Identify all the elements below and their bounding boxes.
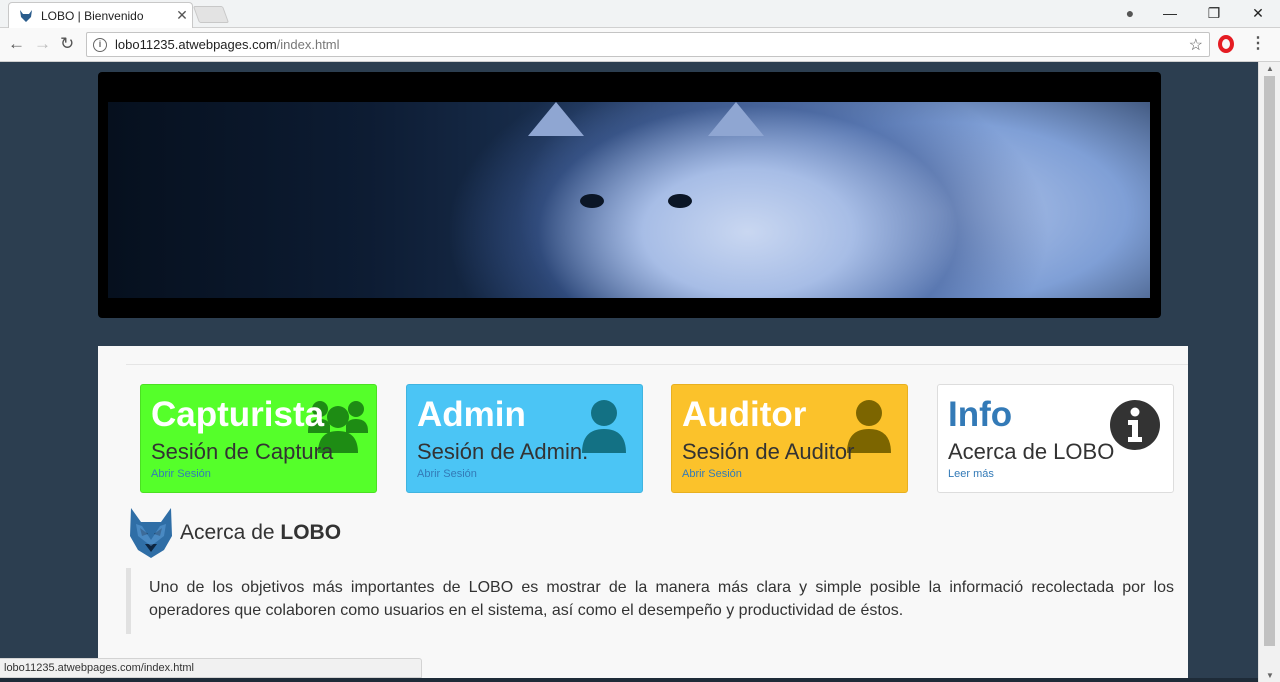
- about-heading: Acerca de LOBO: [128, 506, 341, 560]
- open-session-link[interactable]: Abrir Sesión: [151, 468, 366, 480]
- forward-arrow-icon[interactable]: →: [34, 34, 51, 54]
- wolf-ear-right: [708, 102, 764, 136]
- bookmark-star-icon[interactable]: ☆: [1189, 35, 1203, 55]
- restore-button[interactable]: ❐: [1192, 5, 1236, 22]
- bottom-strip: [0, 678, 1258, 682]
- divider: [126, 364, 1188, 365]
- new-tab-button[interactable]: [192, 6, 230, 23]
- scroll-up-arrow-icon[interactable]: ▲: [1266, 64, 1274, 73]
- wolf-eye-right: [668, 194, 692, 208]
- wolf-banner-image: [108, 102, 1150, 298]
- card-subtitle: Sesión de Admin.: [417, 439, 589, 464]
- header-banner: [98, 72, 1161, 318]
- wolf-logo-icon: [130, 508, 172, 558]
- browser-menu-icon[interactable]: ⋮: [1250, 34, 1266, 54]
- card-subtitle: Acerca de LOBO: [948, 439, 1115, 464]
- card-title: Capturista: [151, 395, 325, 434]
- wolf-favicon-icon: [20, 9, 32, 22]
- browser-tab-strip: LOBO | Bienvenido ✕ ● — ❐ ✕: [0, 0, 1280, 28]
- wolf-ear-left: [528, 102, 584, 136]
- card-title: Admin: [417, 395, 526, 434]
- window-controls: ● — ❐ ✕: [1112, 0, 1280, 26]
- about-text: Uno de los objetivos más importantes de …: [126, 568, 1174, 634]
- card-info[interactable]: Info Acerca de LOBO Leer más: [937, 384, 1174, 493]
- main-content: Capturista Sesión de Captura Abrir Sesió…: [98, 346, 1188, 682]
- scroll-down-arrow-icon[interactable]: ▼: [1266, 671, 1274, 680]
- read-more-link[interactable]: Leer más: [948, 468, 1163, 480]
- link-status-bar: lobo11235.atwebpages.com/index.html: [0, 658, 422, 678]
- tab-title: LOBO | Bienvenido: [41, 8, 144, 23]
- card-auditor[interactable]: Auditor Sesión de Auditor Abrir Sesión: [671, 384, 908, 493]
- opera-extension-icon[interactable]: [1218, 35, 1234, 53]
- about-title-prefix: Acerca de: [180, 521, 281, 544]
- card-subtitle: Sesión de Captura: [151, 439, 334, 464]
- tab-close-icon[interactable]: ✕: [172, 7, 192, 24]
- about-title-bold: LOBO: [280, 521, 342, 544]
- scrollbar-thumb[interactable]: [1264, 76, 1275, 646]
- open-session-link[interactable]: Abrir Sesión: [417, 468, 632, 480]
- minimize-button[interactable]: —: [1148, 5, 1192, 21]
- card-title: Info: [948, 395, 1013, 434]
- card-capturista[interactable]: Capturista Sesión de Captura Abrir Sesió…: [140, 384, 377, 493]
- url-path: /index.html: [276, 37, 340, 52]
- address-bar[interactable]: i lobo11235.atwebpages.com /index.html ☆: [86, 32, 1210, 57]
- page-scrollbar[interactable]: ▲ ▼: [1258, 62, 1280, 682]
- browser-toolbar: ← → ↻ i lobo11235.atwebpages.com /index.…: [0, 28, 1280, 62]
- card-admin[interactable]: Admin Sesión de Admin. Abrir Sesión: [406, 384, 643, 493]
- browser-tab[interactable]: LOBO | Bienvenido ✕: [8, 2, 193, 28]
- about-title: Acerca de LOBO: [180, 521, 341, 545]
- page-viewport: Capturista Sesión de Captura Abrir Sesió…: [0, 62, 1258, 682]
- back-arrow-icon[interactable]: ←: [8, 34, 25, 54]
- reload-icon[interactable]: ↻: [60, 34, 74, 54]
- site-info-icon[interactable]: i: [93, 37, 107, 52]
- profile-icon[interactable]: ●: [1112, 5, 1148, 21]
- close-window-button[interactable]: ✕: [1236, 5, 1280, 22]
- card-title: Auditor: [682, 395, 807, 434]
- wolf-eye-left: [580, 194, 604, 208]
- open-session-link[interactable]: Abrir Sesión: [682, 468, 897, 480]
- url-host: lobo11235.atwebpages.com: [115, 37, 277, 52]
- card-subtitle: Sesión de Auditor: [682, 439, 855, 464]
